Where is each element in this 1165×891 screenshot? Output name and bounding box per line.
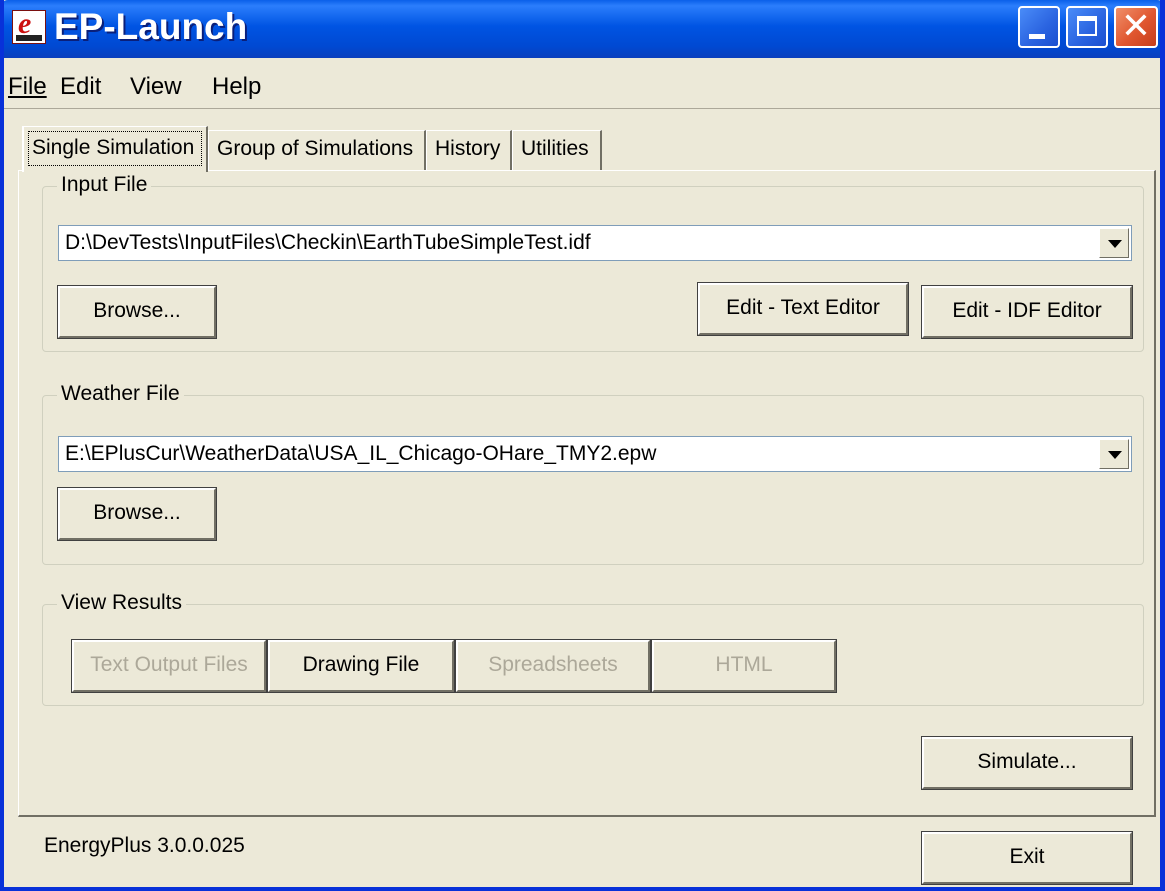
- edit-text-editor-button[interactable]: Edit - Text Editor: [697, 282, 909, 336]
- menu-file[interactable]: File: [8, 73, 47, 101]
- weather-file-combo[interactable]: E:\EPlusCur\WeatherData\USA_IL_Chicago-O…: [58, 436, 1132, 472]
- simulate-button[interactable]: Simulate...: [921, 736, 1133, 790]
- menu-bar: File Edit View Help: [4, 58, 1160, 109]
- edit-idf-editor-button[interactable]: Edit - IDF Editor: [921, 285, 1133, 339]
- input-file-combo[interactable]: D:\DevTests\InputFiles\Checkin\EarthTube…: [58, 225, 1132, 261]
- view-results-label: View Results: [57, 591, 186, 615]
- version-status-text: EnergyPlus 3.0.0.025: [44, 834, 245, 857]
- menu-help[interactable]: Help: [212, 73, 261, 101]
- window-frame-right: [1160, 0, 1165, 891]
- tab-group-of-simulations[interactable]: Group of Simulations: [208, 130, 426, 170]
- window-title: EP-Launch: [54, 6, 248, 47]
- minimize-button[interactable]: [1018, 6, 1060, 48]
- tab-utilities[interactable]: Utilities: [512, 130, 602, 170]
- close-button[interactable]: ✕: [1114, 6, 1158, 48]
- html-button[interactable]: HTML: [651, 639, 837, 693]
- menu-edit[interactable]: Edit: [60, 73, 101, 101]
- tab-history[interactable]: History: [426, 130, 512, 170]
- spreadsheets-button[interactable]: Spreadsheets: [455, 639, 651, 693]
- minimize-icon: [1029, 34, 1045, 39]
- maximize-button[interactable]: [1066, 6, 1108, 48]
- exit-button[interactable]: Exit: [921, 831, 1133, 885]
- input-browse-button[interactable]: Browse...: [57, 285, 217, 339]
- window-frame-bottom: [0, 887, 1165, 891]
- window-frame-left: [0, 0, 4, 891]
- tab-single-simulation[interactable]: Single Simulation: [22, 126, 208, 172]
- close-icon: ✕: [1120, 6, 1152, 47]
- weather-file-dropdown-icon[interactable]: [1099, 439, 1129, 469]
- weather-file-path: E:\EPlusCur\WeatherData\USA_IL_Chicago-O…: [65, 442, 657, 465]
- weather-file-label: Weather File: [57, 382, 184, 406]
- maximize-icon: [1077, 16, 1097, 36]
- ep-launch-app-icon[interactable]: e: [12, 7, 46, 44]
- input-file-dropdown-icon[interactable]: [1099, 228, 1129, 258]
- title-bar: e EP-Launch ✕: [0, 0, 1165, 58]
- menu-view[interactable]: View: [130, 73, 182, 101]
- drawing-file-button[interactable]: Drawing File: [267, 639, 455, 693]
- input-file-path: D:\DevTests\InputFiles\Checkin\EarthTube…: [65, 231, 591, 254]
- input-file-label: Input File: [57, 173, 152, 197]
- text-output-files-button[interactable]: Text Output Files: [71, 639, 267, 693]
- weather-browse-button[interactable]: Browse...: [57, 487, 217, 541]
